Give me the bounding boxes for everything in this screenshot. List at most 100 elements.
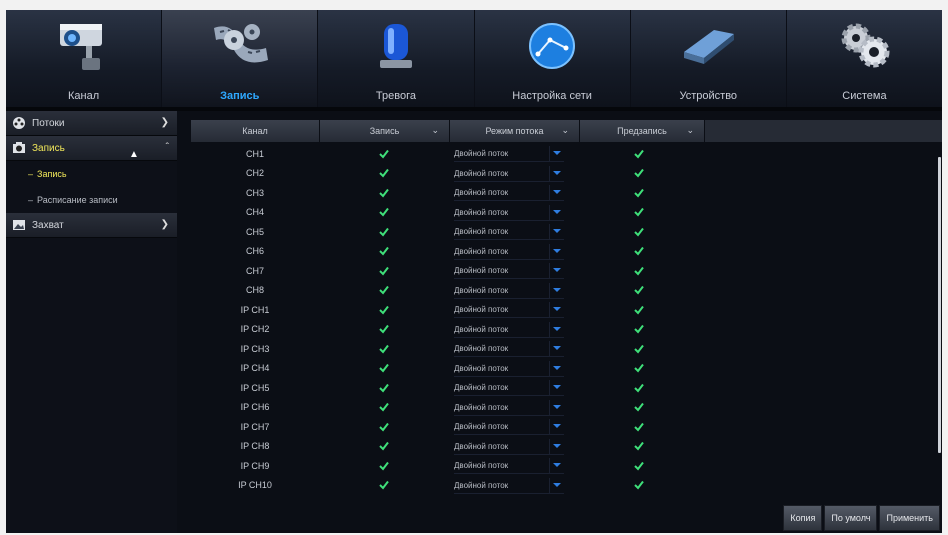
- tab-record[interactable]: Запись: [162, 10, 319, 107]
- prerecord-checkbox[interactable]: [577, 344, 701, 354]
- tab-system[interactable]: Система: [786, 10, 942, 107]
- table-row: IP CH4 Двойной поток: [191, 359, 942, 379]
- stream-mode-select[interactable]: Двойной поток: [454, 282, 564, 299]
- prerecord-checkbox[interactable]: [577, 305, 701, 315]
- sidebar-item-record-schedule[interactable]: – Расписание записи: [6, 187, 177, 213]
- prerecord-checkbox[interactable]: [577, 441, 701, 451]
- prerecord-checkbox[interactable]: [577, 168, 701, 178]
- sidebar-group-record[interactable]: Запись ˆ: [6, 136, 177, 161]
- prerecord-checkbox[interactable]: [577, 246, 701, 256]
- sidebar-item-record[interactable]: – Запись: [6, 161, 177, 187]
- stream-mode-select[interactable]: Двойной поток: [454, 458, 564, 474]
- record-checkbox[interactable]: [319, 324, 448, 334]
- prerecord-checkbox[interactable]: [577, 227, 701, 237]
- record-checkbox[interactable]: [319, 441, 448, 451]
- stream-mode-select[interactable]: Двойной поток: [454, 399, 564, 416]
- stream-mode-select[interactable]: Двойной поток: [454, 419, 564, 435]
- dropdown-arrow-icon[interactable]: [549, 321, 564, 337]
- chevron-down-icon: ❯: [160, 219, 169, 230]
- prerecord-checkbox[interactable]: [577, 188, 701, 198]
- prerecord-checkbox[interactable]: [577, 149, 701, 159]
- tab-network[interactable]: Настройка сети: [474, 10, 631, 107]
- dropdown-arrow-icon[interactable]: [549, 419, 564, 434]
- dropdown-arrow-icon[interactable]: [549, 224, 564, 239]
- record-checkbox[interactable]: [319, 344, 448, 354]
- record-checkbox[interactable]: [319, 402, 448, 412]
- record-checkbox[interactable]: [319, 285, 448, 295]
- alarm-siren-icon: [379, 24, 412, 68]
- dropdown-arrow-icon[interactable]: [549, 146, 564, 161]
- column-header-record[interactable]: Запись ⌄: [320, 120, 450, 142]
- record-checkbox[interactable]: [319, 188, 448, 198]
- prerecord-checkbox[interactable]: [577, 324, 701, 334]
- prerecord-checkbox[interactable]: [577, 461, 701, 471]
- column-header-prerecord[interactable]: Предзапись ⌄: [580, 120, 705, 142]
- prerecord-checkbox[interactable]: [577, 383, 701, 393]
- prerecord-checkbox[interactable]: [577, 363, 701, 373]
- dropdown-arrow-icon[interactable]: [549, 282, 564, 298]
- dropdown-arrow-icon[interactable]: [549, 243, 564, 259]
- channel-name: IP CH1: [240, 304, 270, 315]
- channel-name: CH7: [245, 265, 264, 276]
- record-checkbox[interactable]: [319, 168, 448, 178]
- dropdown-arrow-icon[interactable]: [549, 380, 564, 395]
- dropdown-arrow-icon[interactable]: [549, 458, 564, 473]
- prerecord-checkbox[interactable]: [577, 266, 701, 276]
- tab-device[interactable]: Устройство: [630, 10, 787, 107]
- record-checkbox[interactable]: [319, 461, 448, 471]
- dropdown-arrow-icon[interactable]: [549, 438, 564, 454]
- column-header-stream-mode[interactable]: Режим потока ⌄: [450, 120, 580, 142]
- stream-mode-select[interactable]: Двойной поток: [454, 165, 564, 182]
- checkmark-icon: [378, 188, 389, 198]
- prerecord-checkbox[interactable]: [577, 402, 701, 412]
- checkmark-icon: [378, 364, 389, 373]
- dropdown-arrow-icon[interactable]: [549, 263, 564, 278]
- checkmark-icon: [378, 305, 389, 315]
- vertical-scrollbar[interactable]: [938, 157, 941, 453]
- checkmark-icon: [634, 305, 644, 315]
- tab-channel[interactable]: Канал: [6, 10, 163, 107]
- tab-alarm[interactable]: Тревога: [318, 10, 475, 107]
- stream-mode-select[interactable]: Двойной поток: [454, 302, 564, 318]
- stream-mode-select[interactable]: Двойной поток: [454, 360, 564, 377]
- stream-mode-select[interactable]: Двойной поток: [454, 380, 564, 396]
- record-checkbox[interactable]: [319, 227, 448, 237]
- record-checkbox[interactable]: [319, 149, 448, 159]
- sidebar-group-capture[interactable]: Захват ❯: [6, 213, 177, 238]
- stream-mode-select[interactable]: Двойной поток: [454, 341, 564, 357]
- stream-mode-select[interactable]: Двойной поток: [454, 224, 564, 240]
- apply-button[interactable]: Применить: [879, 505, 940, 531]
- dropdown-arrow-icon[interactable]: [549, 204, 564, 220]
- dropdown-arrow-icon[interactable]: [549, 477, 564, 493]
- copy-button[interactable]: Копия: [783, 505, 823, 531]
- stream-mode-select[interactable]: Двойной поток: [454, 263, 564, 279]
- stream-mode-select[interactable]: Двойной поток: [454, 438, 564, 455]
- record-checkbox[interactable]: [319, 207, 448, 217]
- dropdown-arrow-icon[interactable]: [549, 399, 564, 415]
- prerecord-checkbox[interactable]: [577, 480, 701, 490]
- sidebar-group-streams[interactable]: Потоки ❯: [6, 111, 177, 136]
- prerecord-checkbox[interactable]: [577, 207, 701, 217]
- record-checkbox[interactable]: [319, 305, 448, 315]
- stream-mode-select[interactable]: Двойной поток: [454, 243, 564, 260]
- prerecord-checkbox[interactable]: [577, 285, 701, 295]
- record-checkbox[interactable]: [319, 383, 448, 393]
- default-button[interactable]: По умолч: [824, 505, 878, 531]
- stream-mode-select[interactable]: Двойной поток: [454, 204, 564, 221]
- stream-mode-select[interactable]: Двойной поток: [454, 185, 564, 201]
- stream-mode-select[interactable]: Двойной поток: [454, 146, 564, 162]
- record-checkbox[interactable]: [319, 246, 448, 256]
- checkmark-icon: [378, 481, 389, 490]
- dropdown-arrow-icon[interactable]: [549, 302, 564, 317]
- dropdown-arrow-icon[interactable]: [549, 185, 564, 200]
- record-checkbox[interactable]: [319, 480, 448, 490]
- record-checkbox[interactable]: [319, 422, 448, 432]
- dropdown-arrow-icon[interactable]: [549, 165, 564, 181]
- record-checkbox[interactable]: [319, 266, 448, 276]
- dropdown-arrow-icon[interactable]: [549, 360, 564, 376]
- prerecord-checkbox[interactable]: [577, 422, 701, 432]
- dropdown-arrow-icon[interactable]: [549, 341, 564, 356]
- stream-mode-select[interactable]: Двойной поток: [454, 321, 564, 338]
- stream-mode-select[interactable]: Двойной поток: [454, 477, 564, 494]
- record-checkbox[interactable]: [319, 363, 448, 373]
